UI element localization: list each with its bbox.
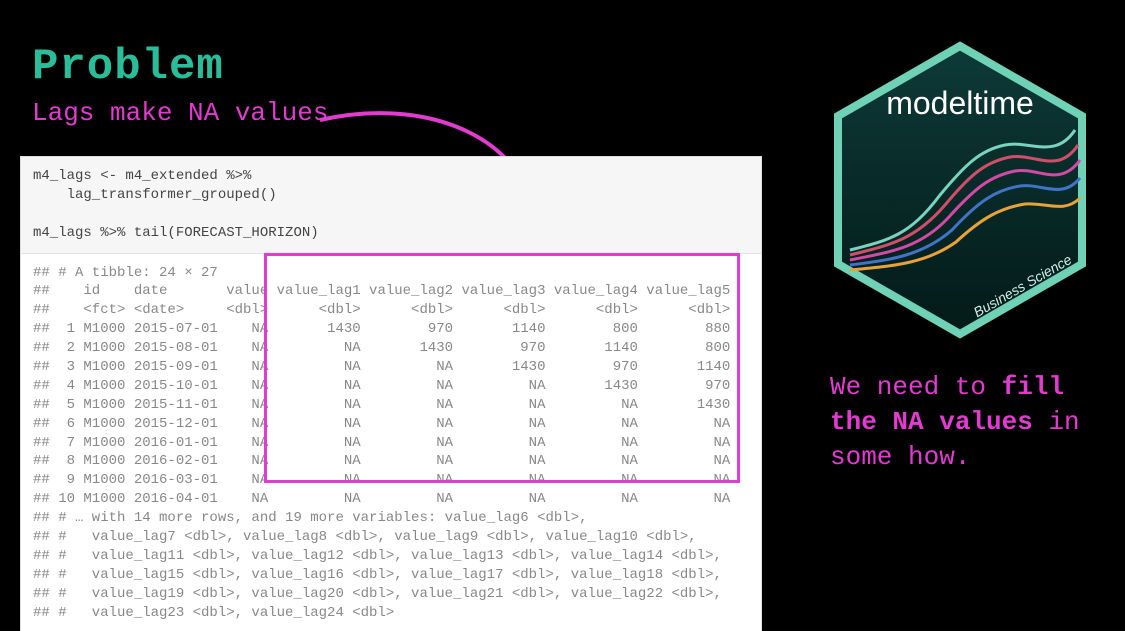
code-input: m4_lags <- m4_extended %>% lag_transform… — [21, 157, 761, 254]
hex-title: modeltime — [886, 85, 1034, 121]
caption: We need to fill the NA values in some ho… — [830, 370, 1100, 475]
caption-prefix: We need to — [830, 372, 1002, 402]
highlight-rectangle — [264, 253, 740, 483]
hex-logo: modeltime Business Science — [830, 40, 1090, 340]
slide-subtitle: Lags make NA values — [32, 98, 328, 128]
slide-title: Problem — [32, 42, 224, 92]
